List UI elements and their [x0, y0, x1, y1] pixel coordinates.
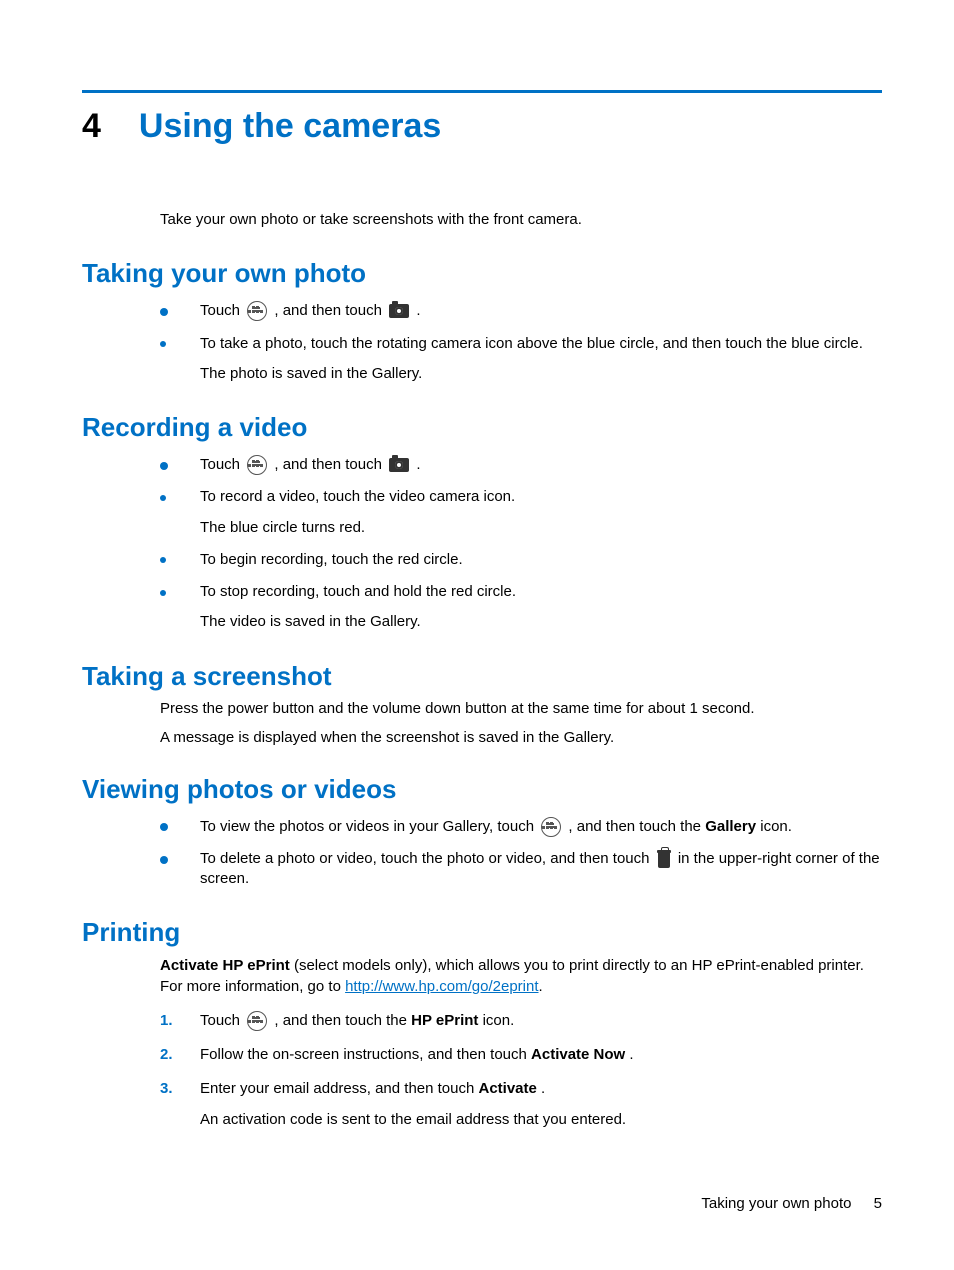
text: To view the photos or videos in your Gal…	[200, 818, 538, 835]
text: To begin recording, touch the red circle…	[200, 551, 463, 568]
paragraph: A message is displayed when the screensh…	[160, 729, 882, 746]
all-apps-icon	[247, 1011, 267, 1031]
section-heading-video: Recording a video	[82, 412, 882, 443]
chapter-number: 4	[82, 107, 101, 146]
list-number: 2.	[160, 1045, 173, 1065]
bold-text: Gallery	[705, 818, 756, 835]
section-heading-viewing: Viewing photos or videos	[82, 774, 882, 805]
text: .	[629, 1046, 633, 1063]
text: icon.	[483, 1012, 515, 1029]
list-number: 3.	[160, 1079, 173, 1099]
text: , and then touch	[274, 456, 386, 473]
section-heading-printing: Printing	[82, 917, 882, 948]
trash-icon	[657, 850, 671, 868]
text: .	[539, 978, 543, 995]
bullet-item: To view the photos or videos in your Gal…	[160, 817, 882, 837]
bullet-item: Touch , and then touch .	[160, 301, 882, 321]
list-number: 1.	[160, 1011, 173, 1031]
text: , and then touch the	[568, 818, 705, 835]
text: Touch	[200, 302, 244, 319]
top-rule	[82, 90, 882, 93]
note-text: The blue circle turns red.	[200, 518, 882, 538]
text: To stop recording, touch and hold the re…	[200, 583, 516, 600]
all-apps-icon	[541, 817, 561, 837]
section-heading-photo: Taking your own photo	[82, 258, 882, 289]
text: .	[541, 1080, 545, 1097]
bullet-item: To stop recording, touch and hold the re…	[160, 582, 882, 633]
camera-icon	[389, 304, 409, 318]
numbered-item: 1. Touch , and then touch the HP ePrint …	[160, 1011, 882, 1031]
text: Touch	[200, 1012, 244, 1029]
text: , and then touch	[274, 302, 386, 319]
bullet-item: To record a video, touch the video camer…	[160, 487, 882, 538]
eprint-link[interactable]: http://www.hp.com/go/2eprint	[345, 978, 538, 995]
page-footer: Taking your own photo 5	[701, 1195, 882, 1212]
all-apps-icon	[247, 455, 267, 475]
bold-text: Activate Now	[531, 1046, 625, 1063]
text: To take a photo, touch the rotating came…	[200, 335, 863, 352]
text: To record a video, touch the video camer…	[200, 488, 515, 505]
camera-icon	[389, 458, 409, 472]
bold-text: HP ePrint	[411, 1012, 478, 1029]
bullet-item: Touch , and then touch .	[160, 455, 882, 475]
note-text: The photo is saved in the Gallery.	[200, 364, 882, 384]
paragraph: Press the power button and the volume do…	[160, 700, 882, 717]
bold-text: Activate HP ePrint	[160, 957, 290, 974]
section-heading-screenshot: Taking a screenshot	[82, 661, 882, 692]
bullet-item: To take a photo, touch the rotating came…	[160, 334, 882, 385]
numbered-item: 3. Enter your email address, and then to…	[160, 1079, 882, 1130]
text: Enter your email address, and then touch	[200, 1080, 479, 1097]
paragraph: Activate HP ePrint (select models only),…	[160, 956, 882, 997]
text: Touch	[200, 456, 244, 473]
numbered-item: 2. Follow the on-screen instructions, an…	[160, 1045, 882, 1065]
text: , and then touch the	[274, 1012, 411, 1029]
footer-text: Taking your own photo	[701, 1195, 851, 1212]
chapter-heading: 4 Using the cameras	[82, 107, 882, 146]
all-apps-icon	[247, 301, 267, 321]
note-text: An activation code is sent to the email …	[200, 1110, 882, 1130]
text: Follow the on-screen instructions, and t…	[200, 1046, 531, 1063]
chapter-title: Using the cameras	[139, 107, 441, 146]
page-number: 5	[874, 1195, 882, 1212]
bullet-item: To delete a photo or video, touch the ph…	[160, 849, 882, 890]
text: .	[416, 302, 420, 319]
text: icon.	[760, 818, 792, 835]
note-text: The video is saved in the Gallery.	[200, 612, 882, 632]
bold-text: Activate	[479, 1080, 537, 1097]
intro-text: Take your own photo or take screenshots …	[160, 210, 882, 230]
bullet-item: To begin recording, touch the red circle…	[160, 550, 882, 570]
text: .	[416, 456, 420, 473]
text: To delete a photo or video, touch the ph…	[200, 850, 654, 867]
